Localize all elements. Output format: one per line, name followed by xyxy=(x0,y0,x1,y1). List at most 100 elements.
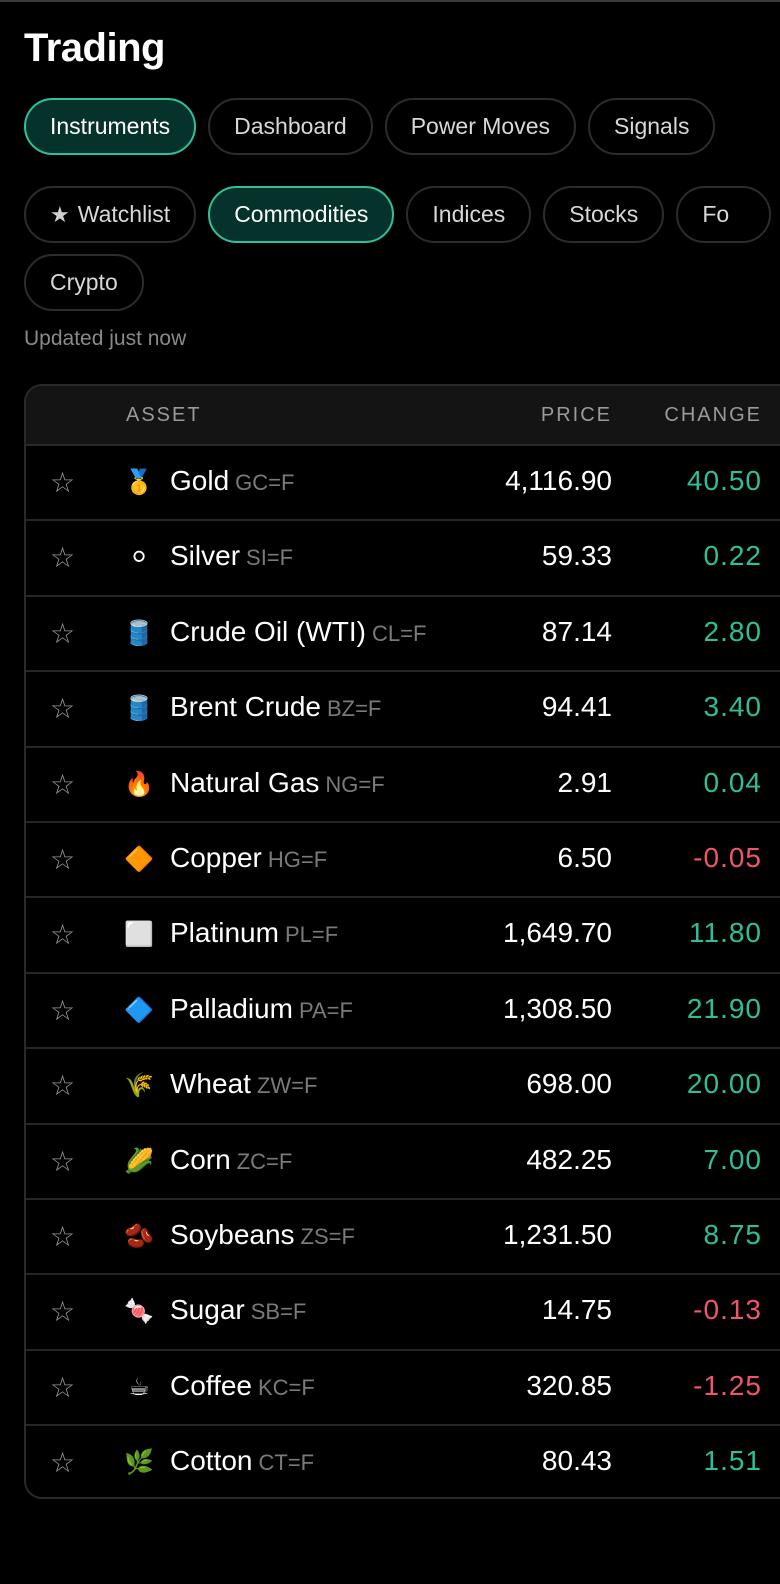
commodity-icon: 🥇 xyxy=(124,469,154,496)
category-tab-forex[interactable]: Fo xyxy=(676,186,772,243)
category-tab-watchlist[interactable]: ★ Watchlist xyxy=(24,186,197,243)
column-header-change[interactable]: CHANGE xyxy=(664,404,762,427)
watchlist-star-icon[interactable]: ☆ xyxy=(50,617,75,650)
table-body: ☆ 🥇 Gold GC=F 4,116.90 40.50 ☆ ⚪ Silver SI=F 59.33… xyxy=(26,446,780,1497)
asset-name: Silver xyxy=(170,540,241,572)
price-value: 482.25 xyxy=(526,1143,612,1175)
watchlist-star-icon[interactable]: ☆ xyxy=(50,994,75,1027)
asset-symbol: PL=F xyxy=(284,922,339,948)
category-tabs: ★ Watchlist Commodities Indices Stocks F… xyxy=(24,186,772,243)
asset-name: Copper xyxy=(170,841,262,873)
asset-symbol: CT=F xyxy=(258,1450,315,1476)
tab-dashboard[interactable]: Dashboard xyxy=(208,98,373,155)
column-header-price[interactable]: PRICE xyxy=(541,404,612,427)
watchlist-star-icon[interactable]: ☆ xyxy=(50,1446,75,1479)
watchlist-star-icon[interactable]: ☆ xyxy=(50,918,75,951)
column-header-asset[interactable]: ASSET xyxy=(126,404,202,427)
asset-name: Palladium xyxy=(170,992,293,1024)
asset-cell: Palladium PA=F xyxy=(170,993,353,1025)
price-value: 94.41 xyxy=(541,691,612,723)
commodity-icon: 🛢️ xyxy=(124,619,154,647)
category-tab-stocks[interactable]: Stocks xyxy=(543,186,665,243)
watchlist-star-icon[interactable]: ☆ xyxy=(50,692,75,725)
price-value: 698.00 xyxy=(526,1068,612,1100)
table-row[interactable]: ☆ 🌽 Corn ZC=F 482.25 7.00 xyxy=(26,1125,780,1200)
table-row[interactable]: ☆ ⚪ Silver SI=F 59.33 0.22 xyxy=(26,521,780,597)
watchlist-star-icon[interactable]: ☆ xyxy=(50,1371,75,1404)
table-row[interactable]: ☆ ⬜ Platinum PL=F 1,649.70 11.80 xyxy=(26,898,780,974)
table-row[interactable]: ☆ 🫘 Soybeans ZS=F 1,231.50 8.75 xyxy=(26,1200,780,1276)
price-value: 14.75 xyxy=(541,1294,612,1326)
asset-name: Natural Gas xyxy=(170,766,320,798)
asset-cell: Cotton CT=F xyxy=(170,1445,314,1477)
star-icon: ★ xyxy=(50,201,70,227)
asset-name: Soybeans xyxy=(170,1218,295,1250)
category-tab-indices[interactable]: Indices xyxy=(406,186,532,243)
commodity-icon: 🌿 xyxy=(124,1449,154,1477)
asset-symbol: ZW=F xyxy=(256,1073,318,1099)
change-value: 21.90 xyxy=(686,992,762,1024)
asset-cell: Soybeans ZS=F xyxy=(170,1219,355,1251)
watchlist-star-icon[interactable]: ☆ xyxy=(50,1220,75,1253)
price-value: 2.91 xyxy=(557,766,613,798)
page-title: Trading xyxy=(24,26,165,70)
asset-symbol: ZC=F xyxy=(236,1148,293,1174)
price-value: 59.33 xyxy=(541,540,612,572)
price-value: 1,231.50 xyxy=(503,1218,612,1250)
asset-name: Cotton xyxy=(170,1445,253,1477)
price-value: 6.50 xyxy=(557,841,613,873)
asset-name: Wheat xyxy=(170,1068,251,1100)
asset-symbol: CL=F xyxy=(372,620,427,646)
top-divider xyxy=(0,0,780,2)
table-row[interactable]: ☆ 🌿 Cotton CT=F 80.43 1.51 xyxy=(26,1426,780,1497)
asset-cell: Gold GC=F xyxy=(170,465,294,497)
asset-cell: Corn ZC=F xyxy=(170,1144,292,1176)
watchlist-star-icon[interactable]: ☆ xyxy=(50,1145,75,1178)
table-row[interactable]: ☆ 🔥 Natural Gas NG=F 2.91 0.04 xyxy=(26,748,780,823)
table-row[interactable]: ☆ 🔷 Palladium PA=F 1,308.50 21.90 xyxy=(26,974,780,1050)
change-value: 3.40 xyxy=(703,691,762,723)
watchlist-star-icon[interactable]: ☆ xyxy=(50,843,75,876)
asset-cell: Crude Oil (WTI) CL=F xyxy=(170,616,426,648)
change-value: 20.00 xyxy=(686,1068,762,1100)
watchlist-star-icon[interactable]: ☆ xyxy=(50,541,75,574)
asset-cell: Platinum PL=F xyxy=(170,917,338,949)
change-value: 8.75 xyxy=(703,1218,762,1250)
table-row[interactable]: ☆ ☕ Coffee KC=F 320.85 -1.25 xyxy=(26,1351,780,1427)
table-header: ASSET PRICE CHANGE xyxy=(26,386,780,446)
watchlist-star-icon[interactable]: ☆ xyxy=(50,466,75,499)
change-value: 11.80 xyxy=(689,917,762,949)
table-row[interactable]: ☆ 🔶 Copper HG=F 6.50 -0.05 xyxy=(26,823,780,899)
watchlist-star-icon[interactable]: ☆ xyxy=(50,1069,75,1102)
category-tab-crypto[interactable]: Crypto xyxy=(24,254,144,311)
watchlist-star-icon[interactable]: ☆ xyxy=(50,768,75,801)
updated-status: Updated just now xyxy=(24,327,187,350)
category-tab-label: Watchlist xyxy=(77,201,171,227)
asset-cell: Sugar SB=F xyxy=(170,1294,306,1326)
table-row[interactable]: ☆ 🛢️ Brent Crude BZ=F 94.41 3.40 xyxy=(26,672,780,748)
watchlist-star-icon[interactable]: ☆ xyxy=(50,1295,75,1328)
tab-power-moves[interactable]: Power Moves xyxy=(384,98,577,155)
commodity-icon: 🍬 xyxy=(124,1298,154,1326)
table-row[interactable]: ☆ 🛢️ Crude Oil (WTI) CL=F 87.14 2.80 xyxy=(26,597,780,673)
table-row[interactable]: ☆ 🌾 Wheat ZW=F 698.00 20.00 xyxy=(26,1049,780,1125)
price-value: 4,116.90 xyxy=(505,465,612,496)
price-value: 1,308.50 xyxy=(503,992,612,1024)
category-tab-commodities[interactable]: Commodities xyxy=(208,186,395,243)
commodity-icon: 🔷 xyxy=(124,996,154,1024)
table-row[interactable]: ☆ 🍬 Sugar SB=F 14.75 -0.13 xyxy=(26,1275,780,1351)
asset-name: Sugar xyxy=(170,1294,245,1326)
asset-symbol: BZ=F xyxy=(326,696,382,722)
asset-cell: Natural Gas NG=F xyxy=(170,767,385,799)
asset-cell: Copper HG=F xyxy=(170,842,327,874)
asset-name: Coffee xyxy=(170,1369,252,1401)
asset-symbol: SI=F xyxy=(246,545,294,571)
tab-instruments[interactable]: Instruments xyxy=(24,98,197,155)
table-row[interactable]: ☆ 🥇 Gold GC=F 4,116.90 40.50 xyxy=(26,446,780,522)
change-value: -0.13 xyxy=(693,1294,762,1326)
asset-name: Platinum xyxy=(170,917,279,949)
asset-symbol: PA=F xyxy=(298,997,353,1023)
change-value: 2.80 xyxy=(703,615,762,647)
change-value: 0.22 xyxy=(703,540,762,572)
tab-signals[interactable]: Signals xyxy=(588,98,716,155)
